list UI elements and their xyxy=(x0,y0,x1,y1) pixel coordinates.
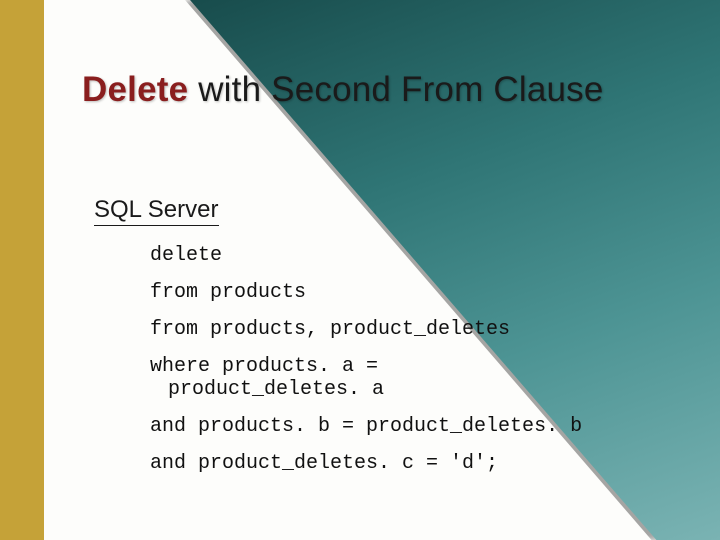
code-text: where products. a = xyxy=(150,355,378,378)
title-rest: with Second From Clause xyxy=(188,70,603,109)
content-area: Delete with Second From Clause SQL Serve… xyxy=(0,0,720,540)
code-line: where products. a = product_deletes. a xyxy=(150,355,670,401)
slide-title: Delete with Second From Clause xyxy=(82,70,604,110)
code-line: and product_deletes. c = 'd'; xyxy=(150,452,670,475)
subtitle: SQL Server xyxy=(94,196,219,226)
code-line: from products xyxy=(150,281,670,304)
code-text: product_deletes. a xyxy=(150,378,384,401)
code-block: delete from products from products, prod… xyxy=(150,244,670,489)
code-line: from products, product_deletes xyxy=(150,318,670,341)
title-emph: Delete xyxy=(82,70,188,109)
code-line: delete xyxy=(150,244,670,267)
slide: Delete with Second From Clause SQL Serve… xyxy=(0,0,720,540)
code-line: and products. b = product_deletes. b xyxy=(150,415,670,438)
